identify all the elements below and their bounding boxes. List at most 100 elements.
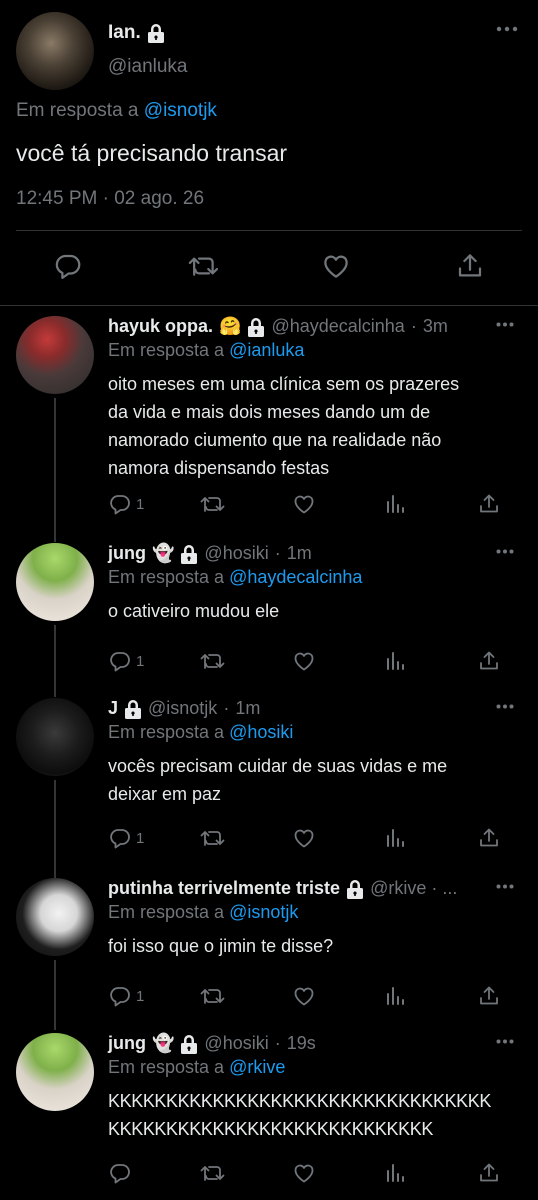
share-button[interactable] [477, 980, 501, 1012]
more-icon[interactable] [496, 1039, 514, 1044]
reply-icon [110, 495, 130, 515]
like-button[interactable] [292, 1157, 316, 1189]
tweet-text: você tá precisando transar [16, 140, 288, 166]
author-handle[interactable]: @rkive · ... [370, 878, 457, 899]
reply-button[interactable]: 1 [108, 980, 144, 1012]
text-line: namorado ciumento que na realidade não [108, 430, 442, 450]
author-name-row[interactable]: Ian. [108, 22, 165, 44]
lock-icon [180, 1034, 198, 1054]
reply-prefix: Em resposta a [108, 567, 225, 587]
post-age[interactable]: 3m [423, 316, 448, 337]
retweet-button[interactable] [200, 980, 226, 1012]
text-line: o cativeiro mudou ele [108, 601, 280, 621]
views-button[interactable] [385, 822, 407, 854]
like-button[interactable] [316, 246, 356, 286]
share-button[interactable] [450, 246, 490, 286]
author-handle[interactable]: @haydecalcinha [271, 316, 404, 337]
dot-separator: · [274, 1033, 281, 1053]
analytics-icon [387, 987, 404, 1005]
time: 12:45 PM [16, 188, 98, 209]
reply-button[interactable] [108, 1157, 136, 1189]
reply-header: putinha terrivelmente triste @rkive · ..… [108, 878, 457, 899]
author-handle[interactable]: @isnotjk [148, 698, 217, 719]
text-line: vocês precisam cuidar de suas vidas e me [108, 756, 448, 776]
author-name[interactable]: Ian. [108, 22, 141, 44]
retweet-button[interactable] [200, 645, 226, 677]
reply-button[interactable] [48, 246, 88, 286]
author-emoji: 👻 [152, 1033, 175, 1053]
reply-button[interactable]: 1 [108, 645, 144, 677]
avatar[interactable] [16, 878, 94, 956]
reply-to-link[interactable]: @rkive [229, 1057, 285, 1077]
reply-to-link[interactable]: @isnotjk [229, 902, 298, 922]
avatar[interactable] [16, 1033, 94, 1111]
avatar[interactable] [16, 698, 94, 776]
avatar[interactable] [16, 12, 94, 90]
post-age[interactable]: 19s [287, 1033, 316, 1054]
lock-icon [124, 699, 142, 719]
reply-icon [55, 254, 81, 279]
more-icon[interactable] [496, 26, 518, 32]
heart-icon [324, 255, 348, 278]
author-handle[interactable]: @hosiki [204, 1033, 268, 1054]
retweet-button[interactable] [184, 246, 224, 286]
reply-context: Em resposta a @hosiki [108, 722, 293, 743]
reply-to-link[interactable]: @haydecalcinha [229, 567, 362, 587]
retweet-icon [200, 654, 225, 669]
reply-to-link[interactable]: @hosiki [229, 722, 293, 742]
reply-button[interactable]: 1 [108, 488, 144, 520]
share-button[interactable] [477, 822, 501, 854]
views-button[interactable] [385, 645, 407, 677]
more-icon[interactable] [496, 549, 514, 554]
avatar[interactable] [16, 316, 94, 394]
timestamp[interactable]: 12:45 PM · 02 ago. 26 [16, 188, 204, 210]
text-line: da vida e mais dois meses dando um de [108, 402, 431, 422]
avatar[interactable] [16, 543, 94, 621]
share-button[interactable] [477, 488, 501, 520]
views-button[interactable] [385, 1157, 407, 1189]
reply-context: Em resposta a @isnotjk [16, 100, 217, 122]
author-name[interactable]: hayuk oppa. [108, 316, 213, 337]
text-line: foi isso que o jimin te disse? [108, 936, 334, 956]
share-button[interactable] [477, 1157, 501, 1189]
reply-header: jung 👻 @hosiki · 1m [108, 543, 312, 564]
reply-to-link[interactable]: @ianluka [229, 340, 304, 360]
more-icon[interactable] [496, 322, 514, 327]
reply-context: Em resposta a @haydecalcinha [108, 567, 362, 588]
like-button[interactable] [292, 980, 316, 1012]
like-button[interactable] [292, 822, 316, 854]
share-icon [480, 828, 498, 847]
tweet-text: oito meses em uma clínica sem os prazere… [108, 370, 518, 482]
reply-to-link[interactable]: @isnotjk [144, 100, 217, 121]
reply-context: Em resposta a @rkive [108, 1057, 285, 1078]
post-age[interactable]: 1m [235, 698, 260, 719]
post-age[interactable]: 1m [287, 543, 312, 564]
dot-separator: · [274, 543, 281, 563]
retweet-button[interactable] [200, 1157, 226, 1189]
action-bar: 1 [0, 980, 538, 1012]
retweet-button[interactable] [200, 488, 226, 520]
like-button[interactable] [292, 488, 316, 520]
views-button[interactable] [385, 488, 407, 520]
retweet-icon [200, 1166, 225, 1181]
share-icon [458, 254, 482, 277]
tweet-text: foi isso que o jimin te disse? [108, 932, 518, 960]
lock-icon [147, 23, 165, 43]
action-bar: 1 [0, 645, 538, 677]
author-handle[interactable]: @ianluka [108, 56, 188, 78]
retweet-button[interactable] [200, 822, 226, 854]
author-name[interactable]: jung [108, 543, 146, 564]
text-line: deixar em paz [108, 784, 222, 804]
reply-button[interactable]: 1 [108, 822, 144, 854]
share-button[interactable] [477, 645, 501, 677]
author-name[interactable]: J [108, 698, 118, 719]
author-name[interactable]: putinha terrivelmente triste [108, 878, 340, 899]
action-bar [0, 1157, 538, 1189]
reply-count: 1 [136, 652, 145, 670]
author-name[interactable]: jung [108, 1033, 146, 1054]
like-button[interactable] [292, 645, 316, 677]
views-button[interactable] [385, 980, 407, 1012]
author-handle[interactable]: @hosiki [204, 543, 268, 564]
more-icon[interactable] [496, 704, 514, 709]
more-icon[interactable] [496, 884, 514, 889]
